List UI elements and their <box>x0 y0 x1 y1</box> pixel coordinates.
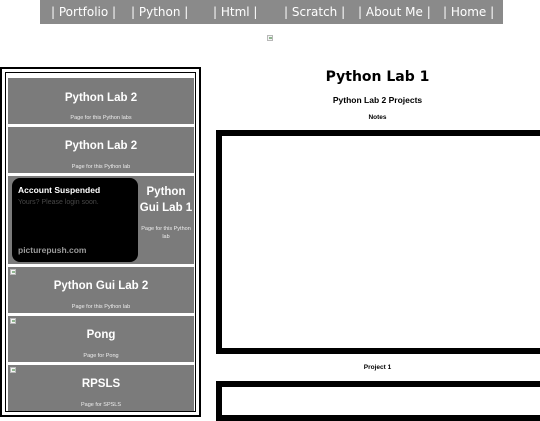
card-title: Python Gui Lab 1 <box>138 184 194 216</box>
broken-image-icon <box>10 318 16 324</box>
card-description: Page for this Python lab <box>71 164 131 170</box>
broken-image-icon <box>10 367 16 373</box>
sidebar-card-python-gui-lab-1[interactable]: Account Suspended Yours? Please login so… <box>8 176 194 264</box>
card-description: Page for this Python lab <box>71 304 131 310</box>
thumbnail-heading: Account Suspended <box>18 185 101 195</box>
card-description-line-2: lab <box>162 234 170 240</box>
card-title: Python Lab 2 <box>64 92 138 104</box>
top-nav-bar: | Portfolio | | Python | | Html | | Scra… <box>40 0 503 24</box>
embedded-project-frame[interactable] <box>216 381 540 421</box>
sidebar-card-rpsls[interactable]: RPSLS Page for SPSLS <box>8 365 194 411</box>
card-description-line-1: Page for this Python <box>141 226 191 232</box>
sidebar-card-python-lab-2-a[interactable]: Python Lab 2 Page for this Python labs <box>8 78 194 124</box>
card-description: Page for this Python labs <box>70 115 132 121</box>
card-title-line-2: Gui Lab 1 <box>139 202 193 214</box>
nav-link-portfolio[interactable]: | Portfolio | <box>51 5 116 19</box>
embedded-notes-frame[interactable] <box>216 130 540 354</box>
card-title-line-1: Python <box>146 186 186 198</box>
card-title: RPSLS <box>81 378 121 390</box>
nav-link-about-me[interactable]: | About Me | <box>358 5 431 19</box>
nav-link-python[interactable]: | Python | <box>131 5 188 19</box>
card-description: Page for this Python lab <box>138 225 194 241</box>
nav-link-home[interactable]: | Home | <box>443 5 494 19</box>
sidebar-card-python-lab-2-b[interactable]: Python Lab 2 Page for this Python lab <box>8 127 194 173</box>
card-title: Python Gui Lab 2 <box>53 280 149 292</box>
card-description: Page for SPSLS <box>80 402 122 408</box>
page-subtitle: Python Lab 2 Projects <box>332 95 423 105</box>
sidebar-card-pong[interactable]: Pong Page for Pong <box>8 316 194 362</box>
card-title: Python Lab 2 <box>64 140 138 152</box>
nav-link-scratch[interactable]: | Scratch | <box>284 5 345 19</box>
card-title: Pong <box>86 329 116 341</box>
thumbnail-brand: picturepush.com <box>18 245 87 255</box>
nav-link-html[interactable]: | Html | <box>213 5 257 19</box>
sidebar-panel: Python Lab 2 Page for this Python labs P… <box>0 67 201 417</box>
sidebar-inner-frame: Python Lab 2 Page for this Python labs P… <box>5 72 196 412</box>
broken-image-icon <box>10 269 16 275</box>
thumbnail-image: Account Suspended Yours? Please login so… <box>12 178 138 262</box>
broken-image-icon <box>267 35 273 41</box>
notes-label: Notes <box>368 114 387 121</box>
card-description: Page for Pong <box>83 353 119 359</box>
sidebar-card-python-gui-lab-2[interactable]: Python Gui Lab 2 Page for this Python la… <box>8 267 194 313</box>
page-title: Python Lab 1 <box>325 69 430 85</box>
thumbnail-message: Yours? Please login soon. <box>18 199 99 206</box>
project-caption: Project 1 <box>363 364 392 371</box>
